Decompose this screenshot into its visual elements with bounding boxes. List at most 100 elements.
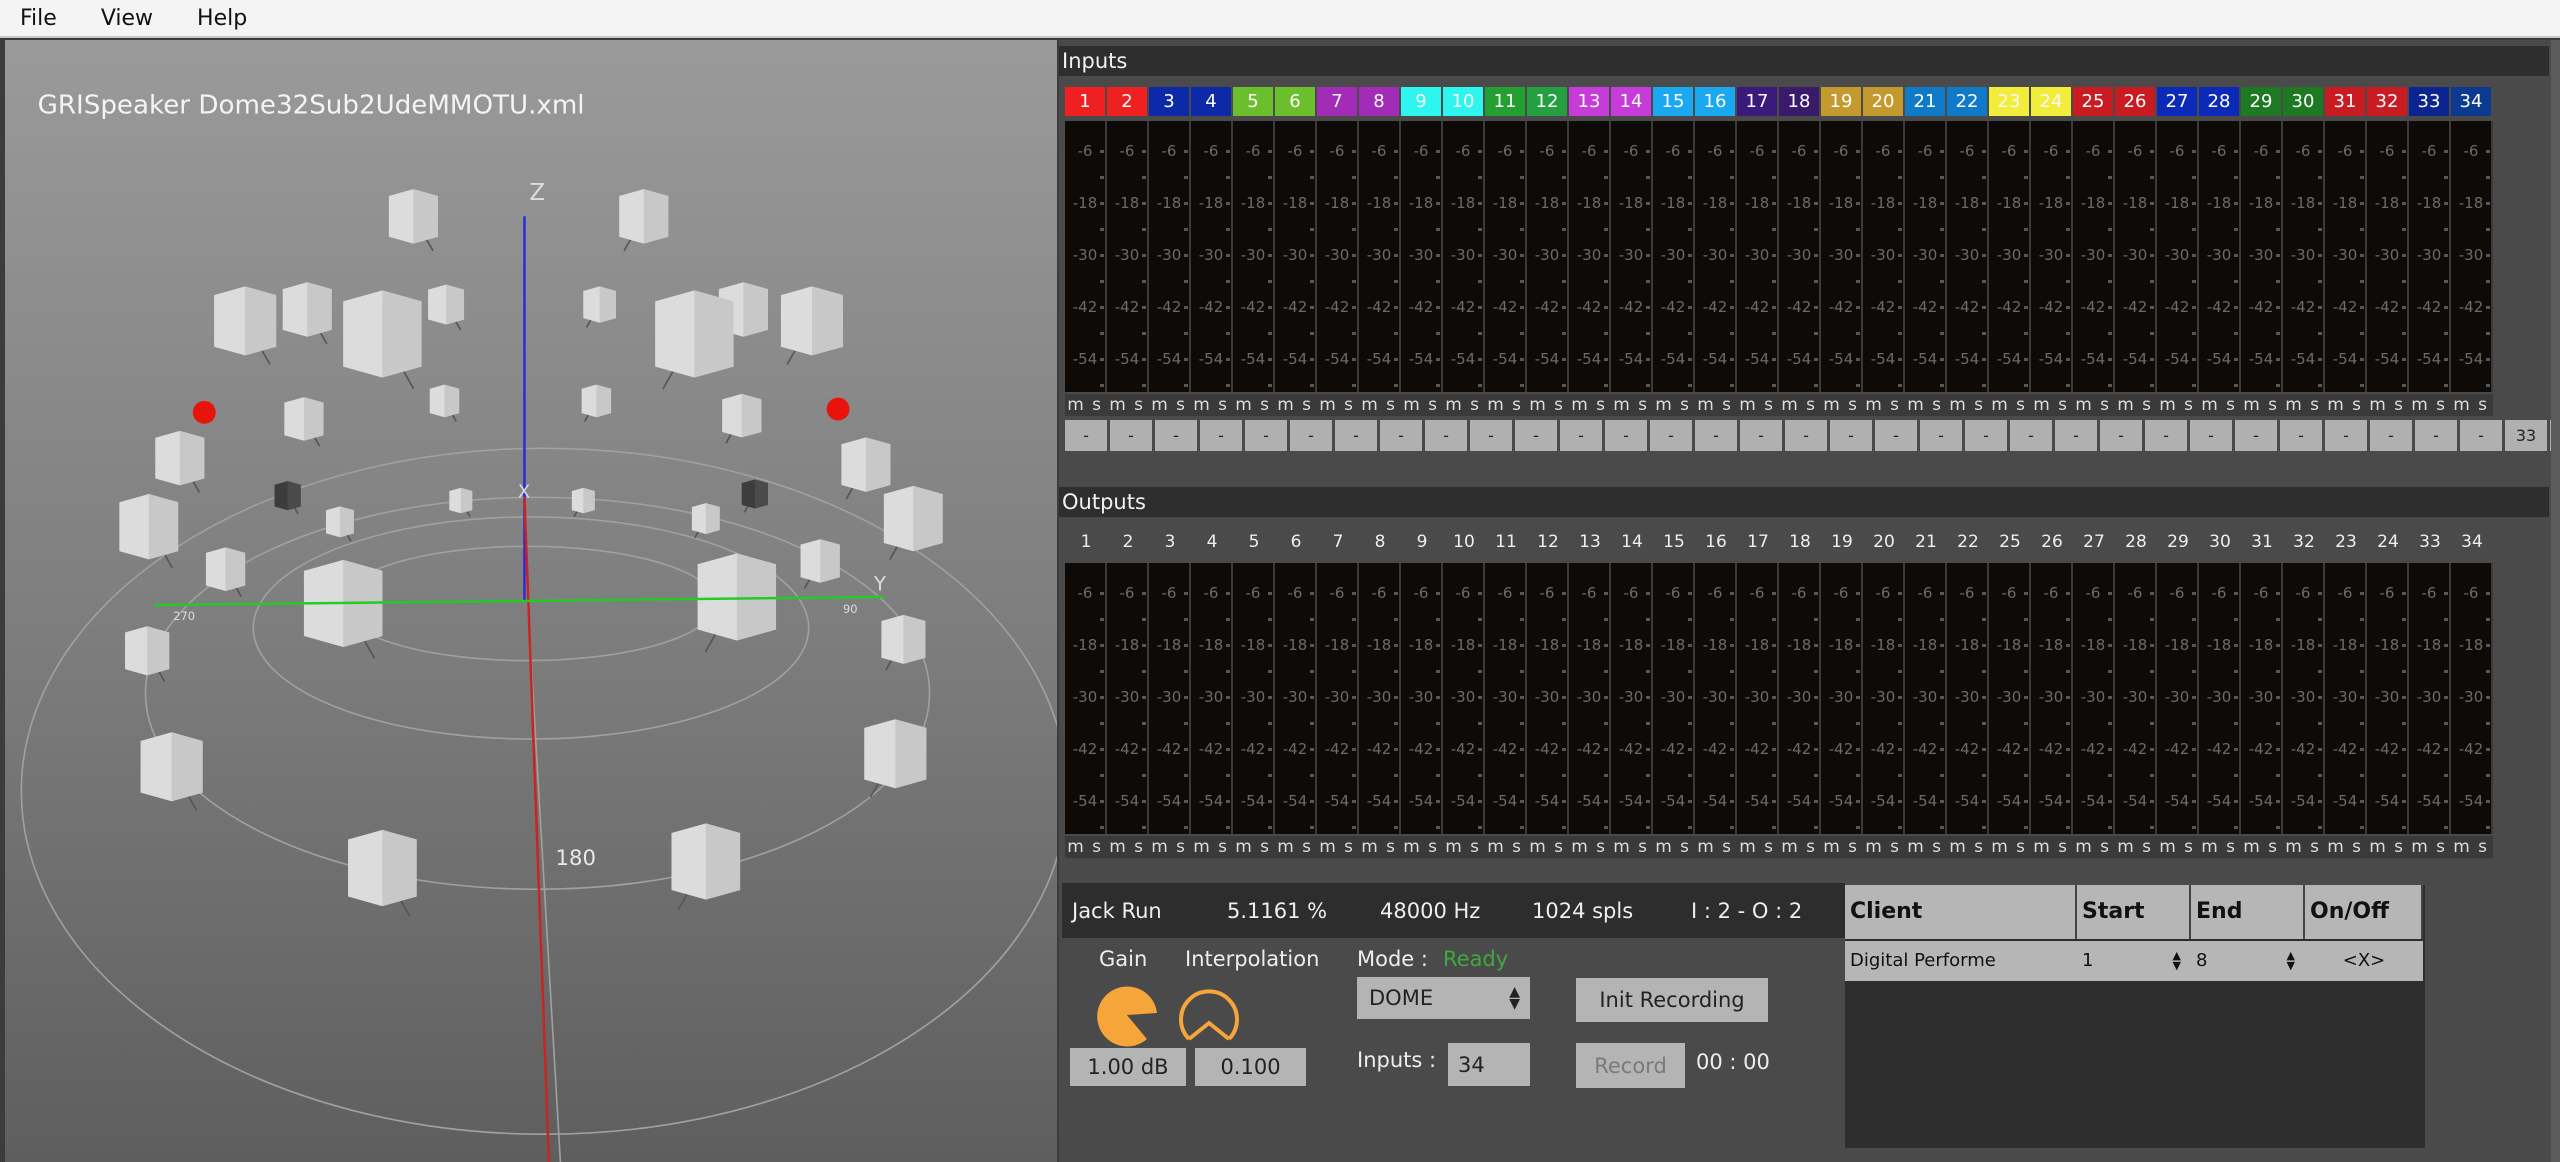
menu-view[interactable]: View	[101, 6, 153, 31]
direct-out-button[interactable]: -	[2190, 420, 2232, 451]
input-channel-label[interactable]: 13	[1569, 87, 1609, 116]
direct-out-button[interactable]: -	[1245, 420, 1287, 451]
speaker-3d-view[interactable]: GRISpeaker Dome32Sub2UdeMMOTU.xml Z Y X …	[5, 40, 1057, 1162]
input-mute-button[interactable]: m	[1821, 394, 1842, 416]
input-mute-button[interactable]: m	[1863, 394, 1884, 416]
menu-help[interactable]: Help	[197, 6, 247, 31]
input-solo-button[interactable]: s	[1632, 394, 1653, 416]
output-solo-button[interactable]: s	[1968, 836, 1989, 858]
direct-out-button[interactable]: -	[1380, 420, 1422, 451]
output-solo-button[interactable]: s	[2430, 836, 2451, 858]
input-channel-label[interactable]: 5	[1233, 87, 1273, 116]
output-mute-button[interactable]: m	[1065, 836, 1086, 858]
output-solo-button[interactable]: s	[1884, 836, 1905, 858]
output-mute-button[interactable]: m	[1443, 836, 1464, 858]
input-channel-label[interactable]: 6	[1275, 87, 1315, 116]
direct-out-button[interactable]: -	[1200, 420, 1242, 451]
direct-out-button[interactable]: -	[1785, 420, 1827, 451]
direct-out-button[interactable]: -	[1515, 420, 1557, 451]
output-mute-button[interactable]: m	[1191, 836, 1212, 858]
input-mute-button[interactable]: m	[1275, 394, 1296, 416]
output-mute-button[interactable]: m	[2241, 836, 2262, 858]
input-channel-label[interactable]: 16	[1695, 87, 1735, 116]
direct-out-button[interactable]: -	[1920, 420, 1962, 451]
output-solo-button[interactable]: s	[1674, 836, 1695, 858]
input-mute-button[interactable]: m	[1443, 394, 1464, 416]
input-mute-button[interactable]: m	[2241, 394, 2262, 416]
input-channel-label[interactable]: 4	[1191, 87, 1231, 116]
direct-out-button[interactable]: -	[2460, 420, 2502, 451]
output-mute-button[interactable]: m	[1695, 836, 1716, 858]
input-solo-button[interactable]: s	[1506, 394, 1527, 416]
input-channel-label[interactable]: 34	[2451, 87, 2491, 116]
input-mute-button[interactable]: m	[1947, 394, 1968, 416]
input-mute-button[interactable]: m	[1191, 394, 1212, 416]
input-channel-label[interactable]: 33	[2409, 87, 2449, 116]
input-solo-button[interactable]: s	[1128, 394, 1149, 416]
record-button[interactable]: Record	[1576, 1043, 1685, 1088]
input-solo-button[interactable]: s	[2136, 394, 2157, 416]
input-solo-button[interactable]: s	[1422, 394, 1443, 416]
output-mute-button[interactable]: m	[1779, 836, 1800, 858]
output-solo-button[interactable]: s	[1422, 836, 1443, 858]
input-solo-button[interactable]: s	[1548, 394, 1569, 416]
interpolation-knob[interactable]	[1171, 983, 1247, 1047]
source-dot[interactable]	[192, 400, 216, 424]
input-solo-button[interactable]: s	[1968, 394, 1989, 416]
output-solo-button[interactable]: s	[1254, 836, 1275, 858]
output-solo-button[interactable]: s	[2010, 836, 2031, 858]
direct-out-button[interactable]: -	[2280, 420, 2322, 451]
input-mute-button[interactable]: m	[1569, 394, 1590, 416]
input-solo-button[interactable]: s	[1758, 394, 1779, 416]
input-mute-button[interactable]: m	[1779, 394, 1800, 416]
direct-out-button[interactable]: -	[2100, 420, 2142, 451]
input-mute-button[interactable]: m	[1401, 394, 1422, 416]
panel-scrollbar[interactable]	[2551, 40, 2560, 1162]
input-channel-label[interactable]: 11	[1485, 87, 1525, 116]
input-channel-label[interactable]: 12	[1527, 87, 1567, 116]
output-solo-button[interactable]: s	[2346, 836, 2367, 858]
input-solo-button[interactable]: s	[2094, 394, 2115, 416]
output-solo-button[interactable]: s	[1086, 836, 1107, 858]
direct-out-button[interactable]: -	[1695, 420, 1737, 451]
input-solo-button[interactable]: s	[1296, 394, 1317, 416]
input-channel-label[interactable]: 18	[1779, 87, 1819, 116]
input-solo-button[interactable]: s	[1464, 394, 1485, 416]
input-solo-button[interactable]: s	[1086, 394, 1107, 416]
input-mute-button[interactable]: m	[1317, 394, 1338, 416]
direct-out-button[interactable]: -	[2325, 420, 2367, 451]
output-mute-button[interactable]: m	[1401, 836, 1422, 858]
interpolation-value[interactable]: 0.100	[1195, 1048, 1306, 1086]
output-mute-button[interactable]: m	[2073, 836, 2094, 858]
input-channel-label[interactable]: 19	[1821, 87, 1861, 116]
direct-out-button[interactable]: -	[1155, 420, 1197, 451]
input-solo-button[interactable]: s	[2346, 394, 2367, 416]
init-recording-button[interactable]: Init Recording	[1576, 978, 1768, 1022]
output-mute-button[interactable]: m	[1275, 836, 1296, 858]
input-solo-button[interactable]: s	[2472, 394, 2493, 416]
input-solo-button[interactable]: s	[1716, 394, 1737, 416]
output-mute-button[interactable]: m	[2157, 836, 2178, 858]
gain-value[interactable]: 1.00 dB	[1070, 1048, 1186, 1086]
input-solo-button[interactable]: s	[1380, 394, 1401, 416]
input-solo-button[interactable]: s	[1590, 394, 1611, 416]
input-mute-button[interactable]: m	[1149, 394, 1170, 416]
input-channel-label[interactable]: 29	[2241, 87, 2281, 116]
input-solo-button[interactable]: s	[1674, 394, 1695, 416]
output-mute-button[interactable]: m	[1107, 836, 1128, 858]
output-mute-button[interactable]: m	[1989, 836, 2010, 858]
input-solo-button[interactable]: s	[2220, 394, 2241, 416]
output-mute-button[interactable]: m	[2367, 836, 2388, 858]
mode-select[interactable]: DOME ▲ ▼	[1357, 977, 1530, 1019]
input-channel-label[interactable]: 2	[1107, 87, 1147, 116]
output-mute-button[interactable]: m	[1485, 836, 1506, 858]
direct-out-button[interactable]: -	[1830, 420, 1872, 451]
menu-file[interactable]: File	[20, 6, 57, 31]
output-mute-button[interactable]: m	[1527, 836, 1548, 858]
input-solo-button[interactable]: s	[2304, 394, 2325, 416]
input-channel-label[interactable]: 22	[1947, 87, 1987, 116]
output-solo-button[interactable]: s	[1170, 836, 1191, 858]
input-mute-button[interactable]: m	[1527, 394, 1548, 416]
input-solo-button[interactable]: s	[1212, 394, 1233, 416]
input-solo-button[interactable]: s	[1884, 394, 1905, 416]
